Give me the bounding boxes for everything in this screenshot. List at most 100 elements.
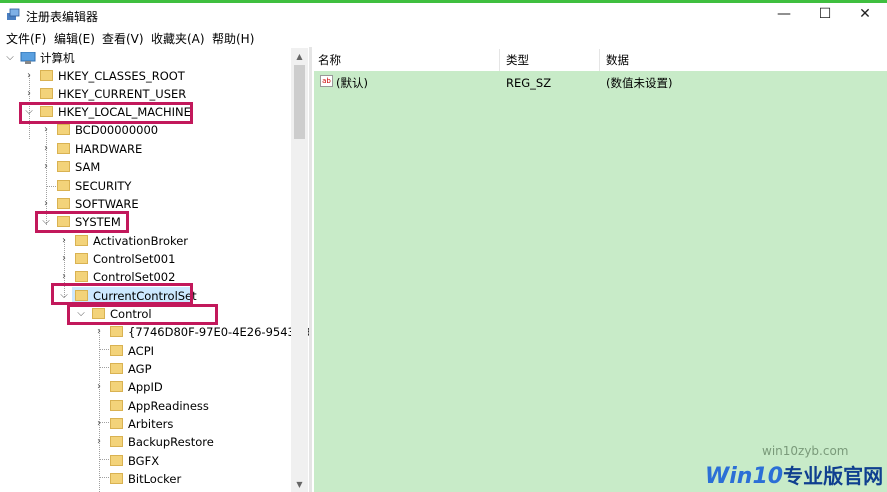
computer-icon <box>20 52 36 64</box>
tree-label: 计算机 <box>40 51 75 65</box>
chevron-right-icon[interactable]: › <box>41 140 51 158</box>
folder-icon <box>110 400 123 411</box>
watermark-logo-a: Win10 <box>705 464 784 489</box>
annotation-box <box>35 211 129 233</box>
chevron-right-icon[interactable]: › <box>94 415 104 433</box>
watermark-url: win10zyb.com <box>762 444 849 458</box>
tree-item[interactable]: › HKEY_CLASSES_ROOT <box>0 67 290 85</box>
tree-item[interactable]: › AppID <box>0 378 290 396</box>
list-body[interactable]: ab (默认) REG_SZ (数值未设置) <box>314 71 887 492</box>
tree-item[interactable]: BGFX <box>0 452 290 470</box>
folder-icon <box>75 271 88 282</box>
tree-label: HKEY_CLASSES_ROOT <box>58 69 185 83</box>
tree-item[interactable]: › HKEY_CURRENT_USER <box>0 85 290 103</box>
annotation-box <box>51 283 193 305</box>
tree-item[interactable]: › {7746D80F-97E0-4E26-9543-26 <box>0 323 310 341</box>
folder-icon <box>57 161 70 172</box>
menu-file[interactable]: 文件(F) <box>6 30 46 47</box>
tree-label: AGP <box>128 362 152 376</box>
close-button[interactable]: ✕ <box>843 3 887 25</box>
folder-icon <box>57 124 70 135</box>
tree-label: AppID <box>128 380 163 394</box>
tree-item[interactable]: › ActivationBroker <box>0 232 290 250</box>
tree-label: AppReadiness <box>128 399 209 413</box>
menu-favorites[interactable]: 收藏夹(A) <box>151 30 205 47</box>
minimize-button[interactable]: — <box>762 3 806 25</box>
folder-icon <box>75 235 88 246</box>
folder-icon <box>110 436 123 447</box>
tree-item[interactable]: › HARDWARE <box>0 140 290 158</box>
tree-label: ActivationBroker <box>93 234 189 248</box>
tree-item[interactable]: AGP <box>0 360 290 378</box>
regedit-app-icon <box>7 8 20 20</box>
folder-icon <box>110 473 123 484</box>
column-header-name[interactable]: 名称 <box>312 49 500 71</box>
folder-icon <box>110 326 123 337</box>
scroll-down-icon[interactable]: ▼ <box>291 478 308 492</box>
tree-item[interactable]: BitLocker <box>0 470 290 488</box>
tree-scrollbar[interactable]: ▲ ▼ <box>291 48 308 492</box>
list-row[interactable]: ab (默认) REG_SZ (数值未设置) <box>314 71 887 91</box>
chevron-right-icon[interactable]: › <box>59 232 69 250</box>
tree-item[interactable]: › SAM <box>0 158 290 176</box>
tree-label: ACPI <box>128 344 155 358</box>
tree-label: BitLocker <box>128 472 182 486</box>
chevron-right-icon[interactable]: › <box>59 250 69 268</box>
value-data: (数值未设置) <box>606 76 673 90</box>
menu-help[interactable]: 帮助(H) <box>212 30 254 47</box>
window-title: 注册表编辑器 <box>26 10 99 24</box>
tree-label: ControlSet001 <box>93 252 176 266</box>
value-list-pane[interactable]: 名称 类型 数据 ab (默认) REG_SZ (数值未设置) <box>312 47 887 492</box>
tree-item[interactable]: › ControlSet001 <box>0 250 290 268</box>
folder-icon <box>40 88 53 99</box>
tree-item[interactable]: SECURITY <box>0 177 290 195</box>
tree-label: {7746D80F-97E0-4E26-9543-26 <box>128 325 310 339</box>
folder-icon <box>110 345 123 356</box>
list-header: 名称 类型 数据 <box>312 49 887 71</box>
tree-item[interactable]: AppReadiness <box>0 397 290 415</box>
tree-label: BackupRestore <box>128 435 214 449</box>
chevron-right-icon[interactable]: › <box>41 158 51 176</box>
chevron-right-icon[interactable]: › <box>24 67 34 85</box>
folder-icon <box>110 363 123 374</box>
tree-pane[interactable]: ⌵ 计算机 › HKEY_CLASSES_ROOT › HKEY_CURRENT… <box>0 47 310 492</box>
watermark-logo-b: 专业版官网 <box>783 464 884 488</box>
tree-label: BGFX <box>128 454 160 468</box>
menu-bar: 文件(F) 编辑(E) 查看(V) 收藏夹(A) 帮助(H) <box>0 27 887 47</box>
watermark-logo: Win10专业版官网 <box>705 460 883 489</box>
string-value-icon: ab <box>320 75 333 87</box>
tree-label: HARDWARE <box>75 142 143 156</box>
folder-icon <box>110 381 123 392</box>
tree-label: SAM <box>75 160 101 174</box>
folder-icon <box>40 70 53 81</box>
value-type: REG_SZ <box>506 76 552 90</box>
column-header-type[interactable]: 类型 <box>500 49 600 71</box>
tree-label: Arbiters <box>128 417 174 431</box>
folder-icon <box>57 143 70 154</box>
tree-label: HKEY_CURRENT_USER <box>58 87 187 101</box>
folder-icon <box>110 418 123 429</box>
tree-label: SECURITY <box>75 179 132 193</box>
chevron-right-icon[interactable]: › <box>94 378 104 396</box>
maximize-button[interactable]: ☐ <box>803 3 847 25</box>
title-bar[interactable]: 注册表编辑器 — ☐ ✕ <box>0 3 887 27</box>
folder-icon <box>75 253 88 264</box>
column-header-data[interactable]: 数据 <box>600 49 887 71</box>
tree-item[interactable]: › BackupRestore <box>0 433 290 451</box>
tree-item-computer[interactable]: ⌵ 计算机 <box>0 49 290 67</box>
menu-edit[interactable]: 编辑(E) <box>54 30 95 47</box>
chevron-right-icon[interactable]: › <box>94 323 104 341</box>
annotation-box <box>19 102 193 124</box>
scroll-thumb[interactable] <box>294 65 305 139</box>
folder-icon <box>110 455 123 466</box>
folder-icon <box>57 180 70 191</box>
chevron-down-icon[interactable]: ⌵ <box>5 49 15 67</box>
folder-icon <box>57 198 70 209</box>
chevron-right-icon[interactable]: › <box>94 433 104 451</box>
tree-item[interactable]: › Arbiters <box>0 415 290 433</box>
menu-view[interactable]: 查看(V) <box>102 30 144 47</box>
scroll-up-icon[interactable]: ▲ <box>291 50 308 64</box>
tree-item[interactable]: ACPI <box>0 342 290 360</box>
annotation-box <box>67 304 218 325</box>
chevron-right-icon[interactable]: › <box>24 85 34 103</box>
